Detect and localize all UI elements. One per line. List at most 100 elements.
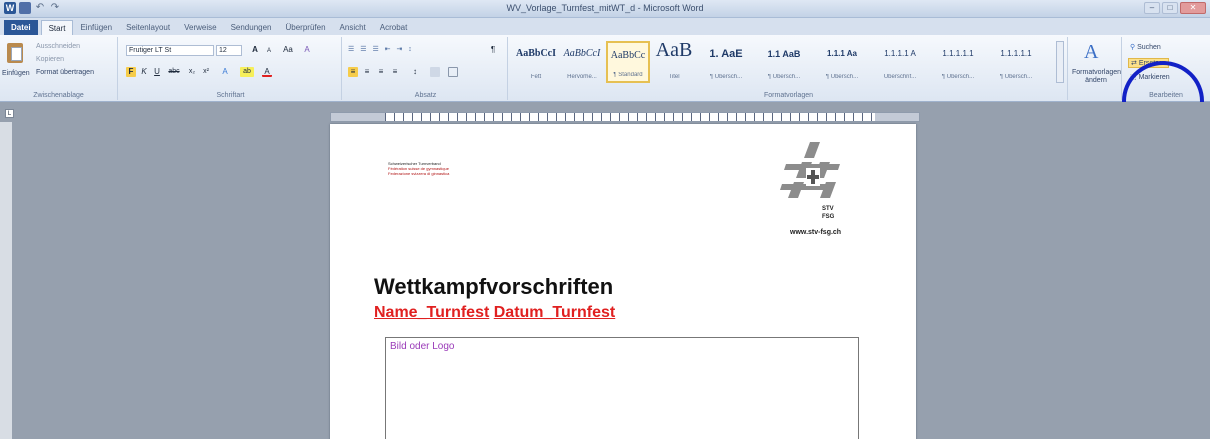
- align-center-button[interactable]: ≡: [362, 67, 372, 77]
- tab-home[interactable]: Start: [40, 20, 74, 35]
- tab-references[interactable]: Verweise: [177, 20, 223, 35]
- header-line: Federazione svizzera di ginnastica: [388, 171, 450, 176]
- font-group-label: Schriftart: [216, 92, 245, 99]
- style-heading-2[interactable]: 1.1 AaB ¶ Übersch...: [756, 41, 812, 83]
- replace-icon: ⇄: [1131, 60, 1139, 67]
- styles-gallery: AaBbCcI Fett AaBbCcI Hervorhe... AaBbCc …: [514, 39, 1054, 85]
- underline-button[interactable]: U: [152, 67, 162, 77]
- find-button[interactable]: ⚲ Suchen: [1130, 43, 1161, 51]
- font-color-button[interactable]: A: [262, 67, 272, 77]
- ribbon-tabs: Datei Start Einfügen Seitenlayout Verwei…: [0, 18, 1210, 35]
- window-controls: – □ ✕: [1144, 2, 1206, 14]
- clipboard-group: Einfügen Ausschneiden Kopieren Format üb…: [0, 37, 118, 100]
- turnfest-name-field[interactable]: Name_Turnfest: [374, 304, 489, 321]
- font-name-select[interactable]: Frutiger LT St: [126, 45, 214, 56]
- paste-label[interactable]: Einfügen: [2, 70, 30, 77]
- word-window: W ↶ ↷ WV_Vorlage_Turnfest_mitWT_d - Micr…: [0, 0, 1210, 439]
- tab-insert[interactable]: Einfügen: [73, 20, 119, 35]
- style-sample: 1.1.1.1.1: [1000, 49, 1032, 58]
- style-sample: AaBbCcI: [515, 48, 556, 59]
- italic-button[interactable]: K: [139, 67, 149, 77]
- tab-view[interactable]: Ansicht: [333, 20, 373, 35]
- style-heading-5[interactable]: 1.1.1.1.1 ¶ Übersch...: [930, 41, 986, 83]
- document-page[interactable]: Schweizerischer Turnverband Fédération s…: [330, 124, 916, 439]
- style-sample: 1.1 AaB: [767, 49, 801, 59]
- tab-selector[interactable]: L: [5, 109, 14, 118]
- paragraph-group-label: Absatz: [414, 92, 437, 99]
- borders-button[interactable]: [448, 67, 458, 77]
- change-styles-icon[interactable]: A: [1084, 41, 1098, 64]
- style-standard[interactable]: AaBbCc ¶ Standard: [606, 41, 650, 83]
- vertical-ruler: [0, 122, 12, 439]
- style-titel[interactable]: AaB Titel: [652, 39, 696, 83]
- style-name: Titel: [668, 74, 680, 80]
- stv-logo-icon: STV FSG: [780, 142, 840, 220]
- window-title: WV_Vorlage_Turnfest_mitWT_d - Microsoft …: [506, 3, 704, 13]
- change-case-button[interactable]: Aa: [280, 45, 296, 55]
- align-left-button[interactable]: ≡: [348, 67, 358, 77]
- tab-review[interactable]: Überprüfen: [279, 20, 333, 35]
- bold-button[interactable]: F: [126, 67, 136, 77]
- style-sample: AaB: [655, 39, 693, 61]
- style-sample: AaBbCc: [610, 50, 646, 61]
- document-subtitle[interactable]: Name_Turnfest Datum_Turnfest: [374, 304, 615, 322]
- justify-button[interactable]: ≡: [390, 67, 400, 77]
- paste-button[interactable]: [4, 41, 26, 67]
- style-sample: AaBbCcI: [563, 48, 601, 59]
- font-group: Frutiger LT St 12 A A Aa A F K U abc x₂ …: [120, 37, 342, 100]
- style-heading-4[interactable]: 1.1.1.1 A Überschrif...: [872, 41, 928, 83]
- styles-group-label: Formatvorlagen: [763, 92, 814, 99]
- tab-mailings[interactable]: Sendungen: [224, 20, 279, 35]
- grow-font-button[interactable]: A: [250, 45, 260, 55]
- image-placeholder-frame[interactable]: Bild oder Logo: [385, 337, 859, 439]
- style-hervorhebung[interactable]: AaBbCcI Hervorhe...: [560, 41, 604, 83]
- change-styles-group: A Formatvorlagen ändern: [1070, 37, 1122, 100]
- font-size-select[interactable]: 12: [216, 45, 242, 56]
- letterhead-lines: Schweizerischer Turnverband Fédération s…: [388, 161, 449, 176]
- subscript-button[interactable]: x₂: [186, 67, 198, 77]
- cut-button[interactable]: Ausschneiden: [36, 43, 80, 50]
- paragraph-group: ☰ ☰ ☰ ⇤ ⇥ ↕ ¶ ≡ ≡ ≡ ≡ ↕ Absatz: [344, 37, 508, 100]
- image-placeholder-text: Bild oder Logo: [390, 341, 455, 352]
- document-title[interactable]: Wettkampfvorschriften: [374, 274, 613, 300]
- list-buttons[interactable]: ☰ ☰ ☰ ⇤ ⇥ ↕: [348, 45, 414, 53]
- show-marks-button[interactable]: ¶: [488, 45, 498, 55]
- style-fett[interactable]: AaBbCcI Fett: [514, 41, 558, 83]
- superscript-button[interactable]: x²: [200, 67, 212, 77]
- clear-format-button[interactable]: A: [302, 45, 312, 55]
- style-sample: 1.1.1.1 A: [884, 49, 916, 58]
- style-sample: 1.1.1.1.1: [942, 49, 974, 58]
- strikethrough-button[interactable]: abc: [166, 67, 182, 77]
- line-spacing-button[interactable]: ↕: [410, 67, 420, 77]
- style-name: Fett: [530, 74, 542, 80]
- style-heading-3[interactable]: 1.1.1 Aa ¶ Übersch...: [814, 41, 870, 83]
- style-name: ¶ Standard: [613, 72, 643, 78]
- format-painter-button[interactable]: Format übertragen: [36, 69, 94, 76]
- text-effects-button[interactable]: A: [220, 67, 230, 77]
- ruler-margin-right: [875, 113, 919, 121]
- styles-gallery-scroll[interactable]: [1056, 41, 1064, 83]
- ruler-margin-left: [331, 113, 385, 121]
- shading-button[interactable]: [430, 67, 440, 77]
- svg-text:FSG: FSG: [822, 214, 835, 220]
- style-sample: 1. AaE: [709, 48, 743, 60]
- minimize-button[interactable]: –: [1144, 2, 1160, 14]
- highlight-button[interactable]: ab: [240, 67, 254, 77]
- style-name: ¶ Übersch...: [767, 74, 801, 80]
- turnfest-date-field[interactable]: Datum_Turnfest: [494, 304, 616, 321]
- style-name: ¶ Übersch...: [825, 74, 859, 80]
- tab-page-layout[interactable]: Seitenlayout: [119, 20, 177, 35]
- shrink-font-button[interactable]: A: [264, 46, 274, 56]
- tab-acrobat[interactable]: Acrobat: [373, 20, 415, 35]
- logo-website: www.stv-fsg.ch: [790, 229, 842, 236]
- change-styles-button[interactable]: Formatvorlagen ändern: [1072, 69, 1121, 85]
- maximize-button[interactable]: □: [1162, 2, 1178, 14]
- close-button[interactable]: ✕: [1180, 2, 1206, 14]
- tab-file[interactable]: Datei: [4, 20, 38, 35]
- horizontal-ruler[interactable]: [330, 112, 920, 122]
- align-right-button[interactable]: ≡: [376, 67, 386, 77]
- copy-button[interactable]: Kopieren: [36, 56, 64, 63]
- style-heading-1[interactable]: 1. AaE ¶ Übersch...: [698, 41, 754, 83]
- style-heading-6[interactable]: 1.1.1.1.1 ¶ Übersch...: [988, 41, 1044, 83]
- document-workspace: L Schweizerischer Turnverband Fédération…: [0, 102, 1210, 439]
